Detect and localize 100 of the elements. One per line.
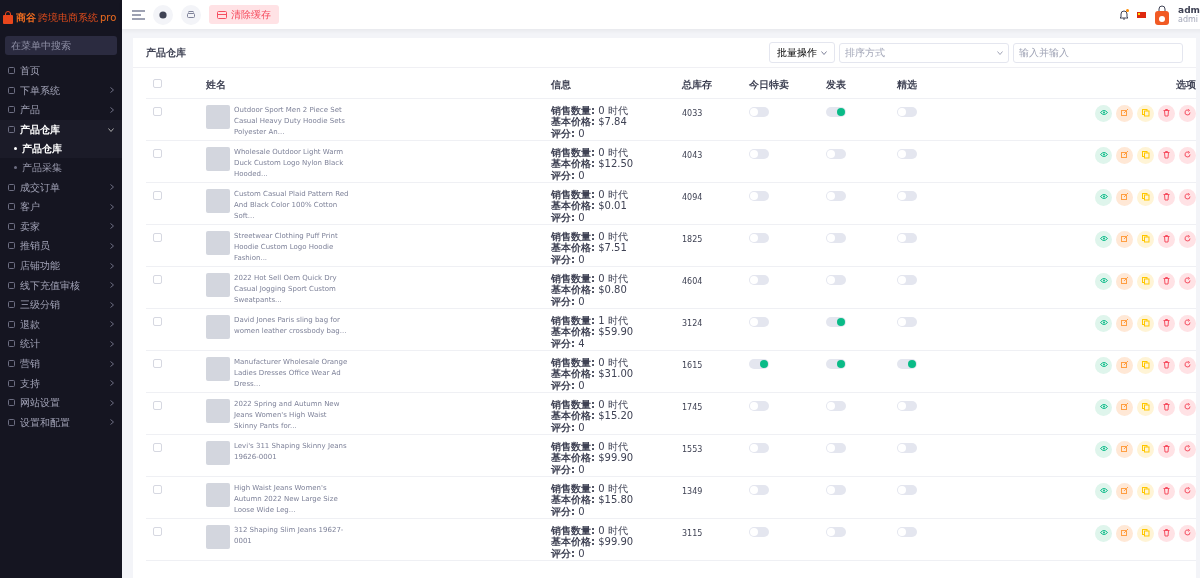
shopping-bag-avatar[interactable] <box>1154 4 1171 25</box>
delete-button[interactable] <box>1158 188 1175 206</box>
submenu-item[interactable]: 产品仓库 <box>0 139 122 159</box>
row-checkbox[interactable] <box>153 232 162 242</box>
toggle-switch[interactable] <box>826 400 846 411</box>
search-field[interactable]: 输入并输入 <box>1013 42 1183 63</box>
refresh-button[interactable] <box>1179 188 1196 206</box>
toggle-switch[interactable] <box>897 358 917 369</box>
toggle-switch[interactable] <box>749 190 769 201</box>
menu-item[interactable]: 支持 <box>0 373 122 393</box>
print-button[interactable] <box>181 4 201 25</box>
view-button[interactable] <box>1095 314 1112 332</box>
refresh-button[interactable] <box>1179 482 1196 500</box>
copy-button[interactable] <box>1137 398 1154 416</box>
edit-button[interactable] <box>1116 314 1133 332</box>
toggle-switch[interactable] <box>749 148 769 159</box>
view-button[interactable] <box>1095 188 1112 206</box>
refresh-button[interactable] <box>1179 356 1196 374</box>
view-button[interactable] <box>1095 440 1112 458</box>
copy-button[interactable] <box>1137 440 1154 458</box>
menu-item[interactable]: 推销员 <box>0 236 122 256</box>
view-button[interactable] <box>1095 524 1112 542</box>
delete-button[interactable] <box>1158 524 1175 542</box>
menu-search-field[interactable]: 在菜单中搜索 <box>5 36 117 55</box>
toggle-switch[interactable] <box>897 442 917 453</box>
submenu-item[interactable]: 产品采集 <box>0 158 122 178</box>
copy-button[interactable] <box>1137 188 1154 206</box>
refresh-button[interactable] <box>1179 440 1196 458</box>
toggle-switch[interactable] <box>826 232 846 243</box>
menu-item[interactable]: 设置和配置 <box>0 412 122 433</box>
toggle-switch[interactable] <box>749 274 769 285</box>
row-checkbox[interactable] <box>153 106 162 116</box>
row-checkbox[interactable] <box>153 274 162 284</box>
menu-item[interactable]: 退款 <box>0 314 122 335</box>
menu-item[interactable]: 线下充值审核 <box>0 275 122 295</box>
row-checkbox[interactable] <box>153 526 162 536</box>
row-checkbox[interactable] <box>153 400 162 410</box>
toggle-switch[interactable] <box>897 400 917 411</box>
refresh-button[interactable] <box>1179 104 1196 122</box>
menu-item[interactable]: 客户 <box>0 196 122 217</box>
toggle-switch[interactable] <box>826 148 846 159</box>
delete-button[interactable] <box>1158 272 1175 290</box>
menu-item[interactable]: 三级分销 <box>0 294 122 315</box>
view-button[interactable] <box>1095 356 1112 374</box>
delete-button[interactable] <box>1158 314 1175 332</box>
toggle-switch[interactable] <box>749 106 769 117</box>
copy-button[interactable] <box>1137 314 1154 332</box>
toggle-switch[interactable] <box>897 148 917 159</box>
refresh-button[interactable] <box>1179 398 1196 416</box>
delete-button[interactable] <box>1158 356 1175 374</box>
edit-button[interactable] <box>1116 398 1133 416</box>
view-button[interactable] <box>1095 104 1112 122</box>
toggle-switch[interactable] <box>826 190 846 201</box>
row-checkbox[interactable] <box>153 442 162 452</box>
menu-item[interactable]: 下单系统 <box>0 80 122 101</box>
menu-item[interactable]: 成交订单 <box>0 177 122 197</box>
flag-icon[interactable] <box>1137 11 1147 18</box>
copy-button[interactable] <box>1137 146 1154 164</box>
delete-button[interactable] <box>1158 398 1175 416</box>
view-button[interactable] <box>1095 272 1112 290</box>
toggle-switch[interactable] <box>897 484 917 495</box>
delete-button[interactable] <box>1158 104 1175 122</box>
toggle-switch[interactable] <box>826 106 846 117</box>
toggle-switch[interactable] <box>826 526 846 537</box>
bell-icon[interactable] <box>1119 9 1130 20</box>
refresh-button[interactable] <box>1179 230 1196 248</box>
edit-button[interactable] <box>1116 482 1133 500</box>
toggle-switch[interactable] <box>826 442 846 453</box>
menu-item[interactable]: 首页 <box>0 61 122 81</box>
edit-button[interactable] <box>1116 104 1133 122</box>
toggle-switch[interactable] <box>749 442 769 453</box>
select-all-checkbox[interactable] <box>153 78 162 88</box>
row-checkbox[interactable] <box>153 190 162 200</box>
row-checkbox[interactable] <box>153 316 162 326</box>
menu-item[interactable]: 店铺功能 <box>0 255 122 276</box>
toggle-switch[interactable] <box>826 484 846 495</box>
toggle-switch[interactable] <box>897 526 917 537</box>
refresh-button[interactable] <box>1179 272 1196 290</box>
view-button[interactable] <box>1095 230 1112 248</box>
globe-button[interactable] <box>153 4 173 25</box>
toggle-switch[interactable] <box>897 316 917 327</box>
menu-icon[interactable] <box>132 9 145 20</box>
edit-button[interactable] <box>1116 272 1133 290</box>
refresh-button[interactable] <box>1179 146 1196 164</box>
toggle-switch[interactable] <box>749 358 769 369</box>
view-button[interactable] <box>1095 398 1112 416</box>
menu-item[interactable]: 网站设置 <box>0 392 122 413</box>
toggle-switch[interactable] <box>749 232 769 243</box>
row-checkbox[interactable] <box>153 148 162 158</box>
menu-item[interactable]: 产品仓库 <box>0 119 122 140</box>
view-button[interactable] <box>1095 146 1112 164</box>
toggle-switch[interactable] <box>897 106 917 117</box>
delete-button[interactable] <box>1158 440 1175 458</box>
bulk-action-dropdown[interactable]: 批量操作 <box>769 42 835 63</box>
edit-button[interactable] <box>1116 230 1133 248</box>
toggle-switch[interactable] <box>897 190 917 201</box>
toggle-switch[interactable] <box>749 400 769 411</box>
copy-button[interactable] <box>1137 230 1154 248</box>
delete-button[interactable] <box>1158 146 1175 164</box>
delete-button[interactable] <box>1158 230 1175 248</box>
